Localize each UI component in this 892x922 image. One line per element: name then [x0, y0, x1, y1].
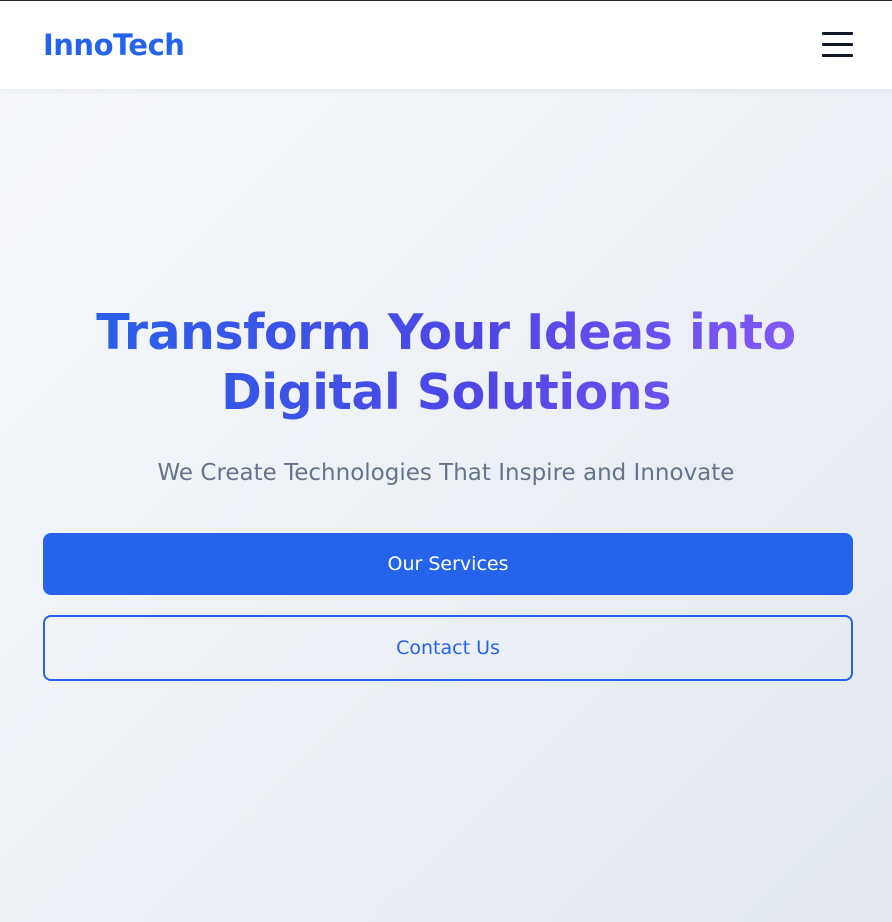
- hamburger-menu-icon[interactable]: [815, 27, 859, 63]
- menu-bar-middle: [822, 43, 853, 46]
- hero-subtitle: We Create Technologies That Inspire and …: [157, 460, 735, 486]
- brand-logo[interactable]: InnoTech: [43, 25, 185, 65]
- hero-title: Transform Your Ideas into Digital Soluti…: [46, 303, 846, 423]
- menu-bar-bottom: [822, 54, 853, 57]
- navbar: InnoTech: [0, 1, 892, 89]
- our-services-button[interactable]: Our Services: [43, 533, 853, 595]
- menu-bar-top: [822, 32, 853, 35]
- contact-us-button[interactable]: Contact Us: [43, 615, 853, 681]
- hero-section: Transform Your Ideas into Digital Soluti…: [0, 89, 892, 922]
